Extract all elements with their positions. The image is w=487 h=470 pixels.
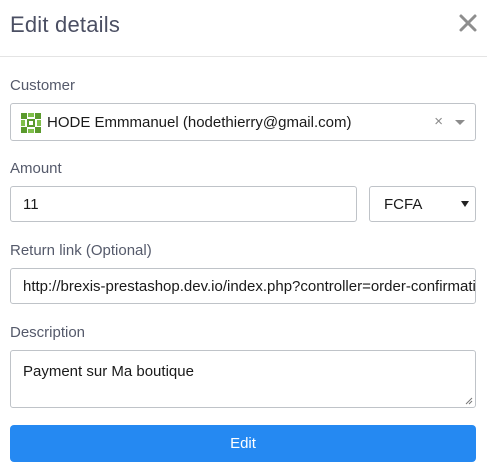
customer-value: HODE Emmmanuel (hodethierry@gmail.com) <box>47 114 352 131</box>
return-link-value: http://brexis-prestashop.dev.io/index.ph… <box>23 278 476 295</box>
customer-select[interactable]: HODE Emmmanuel (hodethierry@gmail.com) × <box>10 103 476 141</box>
edit-details-modal: Edit details Customer HODE Emmmanuel (ho… <box>0 0 487 470</box>
description-label: Description <box>10 324 86 341</box>
clear-selection-icon[interactable]: × <box>434 113 443 131</box>
return-link-input[interactable]: http://brexis-prestashop.dev.io/index.ph… <box>10 268 476 304</box>
identicon-avatar <box>21 113 41 133</box>
resize-handle-icon[interactable] <box>463 395 473 405</box>
close-icon <box>459 14 477 32</box>
description-value: Payment sur Ma boutique <box>23 363 194 380</box>
edit-button[interactable]: Edit <box>10 425 476 462</box>
amount-input[interactable]: 11 <box>10 186 357 222</box>
customer-label: Customer <box>10 77 76 94</box>
chevron-down-icon[interactable] <box>455 120 465 125</box>
dropdown-arrow-icon <box>461 201 469 207</box>
return-link-label: Return link (Optional) <box>10 242 152 259</box>
amount-label: Amount <box>10 160 62 177</box>
amount-value: 11 <box>23 196 39 213</box>
modal-header: Edit details <box>0 0 487 57</box>
currency-select[interactable]: FCFA <box>369 186 476 222</box>
close-button[interactable] <box>457 12 479 34</box>
currency-value: FCFA <box>384 196 423 213</box>
modal-title: Edit details <box>10 12 121 37</box>
description-textarea[interactable]: Payment sur Ma boutique <box>10 350 476 408</box>
